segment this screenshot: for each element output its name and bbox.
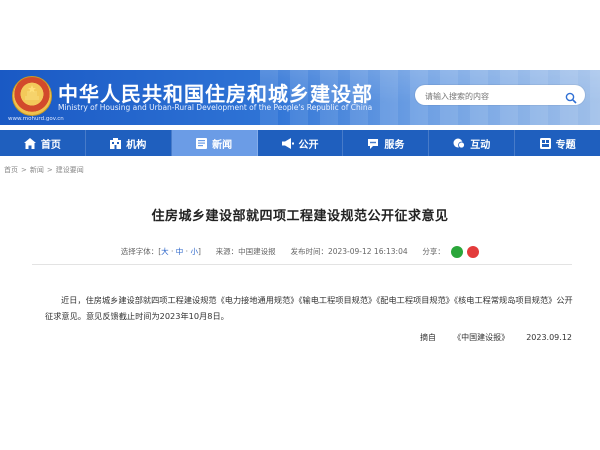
share-label: 分享： [422,247,445,256]
nav-label: 公开 [298,139,319,151]
source-value: 中国建设报 [238,247,276,256]
nav-item-service[interactable]: 服务 [343,130,430,156]
service-icon [368,138,379,149]
quote-source: 《中国建设报》 [453,333,510,342]
site-subtitle: Ministry of Housing and Urban-Rural Deve… [58,103,373,112]
nav-item-org[interactable]: 机构 [86,130,172,156]
publish-time-label: 发布时间： [290,247,328,256]
font-size-small[interactable]: 小 [190,247,198,256]
building-icon [110,137,122,149]
site-url: www.mohurd.gov.cn [8,116,64,122]
national-emblem-icon [12,76,52,116]
font-size-options: [大 · 中 · 小] [158,247,201,256]
quote-prefix: 摘自 [420,333,436,342]
nav-item-public[interactable]: 公开 [258,130,344,156]
wechat-share-icon[interactable] [451,246,464,258]
nav-label: 新闻 [212,139,233,151]
breadcrumb-separator: > [21,166,27,174]
breadcrumb-current[interactable]: 建设要闻 [56,166,84,174]
font-size-large[interactable]: 大 [161,247,169,256]
megaphone-icon [281,137,294,149]
nav-item-news[interactable]: 新闻 [171,130,258,156]
nav-label: 互动 [470,139,491,151]
chat-icon [453,138,466,148]
article-body: 近日，住房城乡建设部就四项工程建设规范《电力接地通用规范》《输电工程项目规范》《… [45,295,573,321]
nav-item-interact[interactable]: 互动 [429,130,516,156]
home-icon [23,137,36,149]
nav-label: 服务 [384,139,405,151]
publish-time-value: 2023-09-12 16:13:04 [327,247,408,256]
source-label: 来源： [215,247,239,256]
news-icon [196,137,208,149]
main-nav: 首页 机构 新闻 公开 服务 互动 专题 [0,130,600,156]
breadcrumb-news[interactable]: 新闻 [30,166,44,174]
breadcrumb-separator: > [46,166,53,174]
font-size-label: 选择字体： [120,247,159,256]
nav-label: 专题 [555,139,576,151]
article-quote-source: 摘自 《中国建设报》 2023.09.12 [0,332,572,343]
nav-item-home[interactable]: 首页 [0,130,86,156]
quote-date: 2023.09.12 [526,333,572,342]
weibo-share-icon[interactable] [467,246,480,258]
breadcrumb: 首页 > 新闻 > 建设要闻 [4,165,84,175]
search-box[interactable] [415,85,585,105]
top-spacer [0,0,600,70]
article-meta: 选择字体：[大 · 中 · 小] 来源：中国建设报 发布时间：2023-09-1… [0,246,600,258]
search-input[interactable] [423,88,557,104]
article-title: 住房城乡建设部就四项工程建设规范公开征求意见 [151,209,449,224]
font-size-medium[interactable]: 中 [176,247,184,256]
meta-divider [32,264,572,265]
share-buttons [451,246,480,258]
nav-label: 首页 [40,139,61,151]
search-icon[interactable] [565,89,577,108]
nav-item-topic[interactable]: 专题 [515,130,600,156]
topic-icon [539,137,551,149]
breadcrumb-home[interactable]: 首页 [4,166,18,174]
nav-label: 机构 [126,139,147,151]
